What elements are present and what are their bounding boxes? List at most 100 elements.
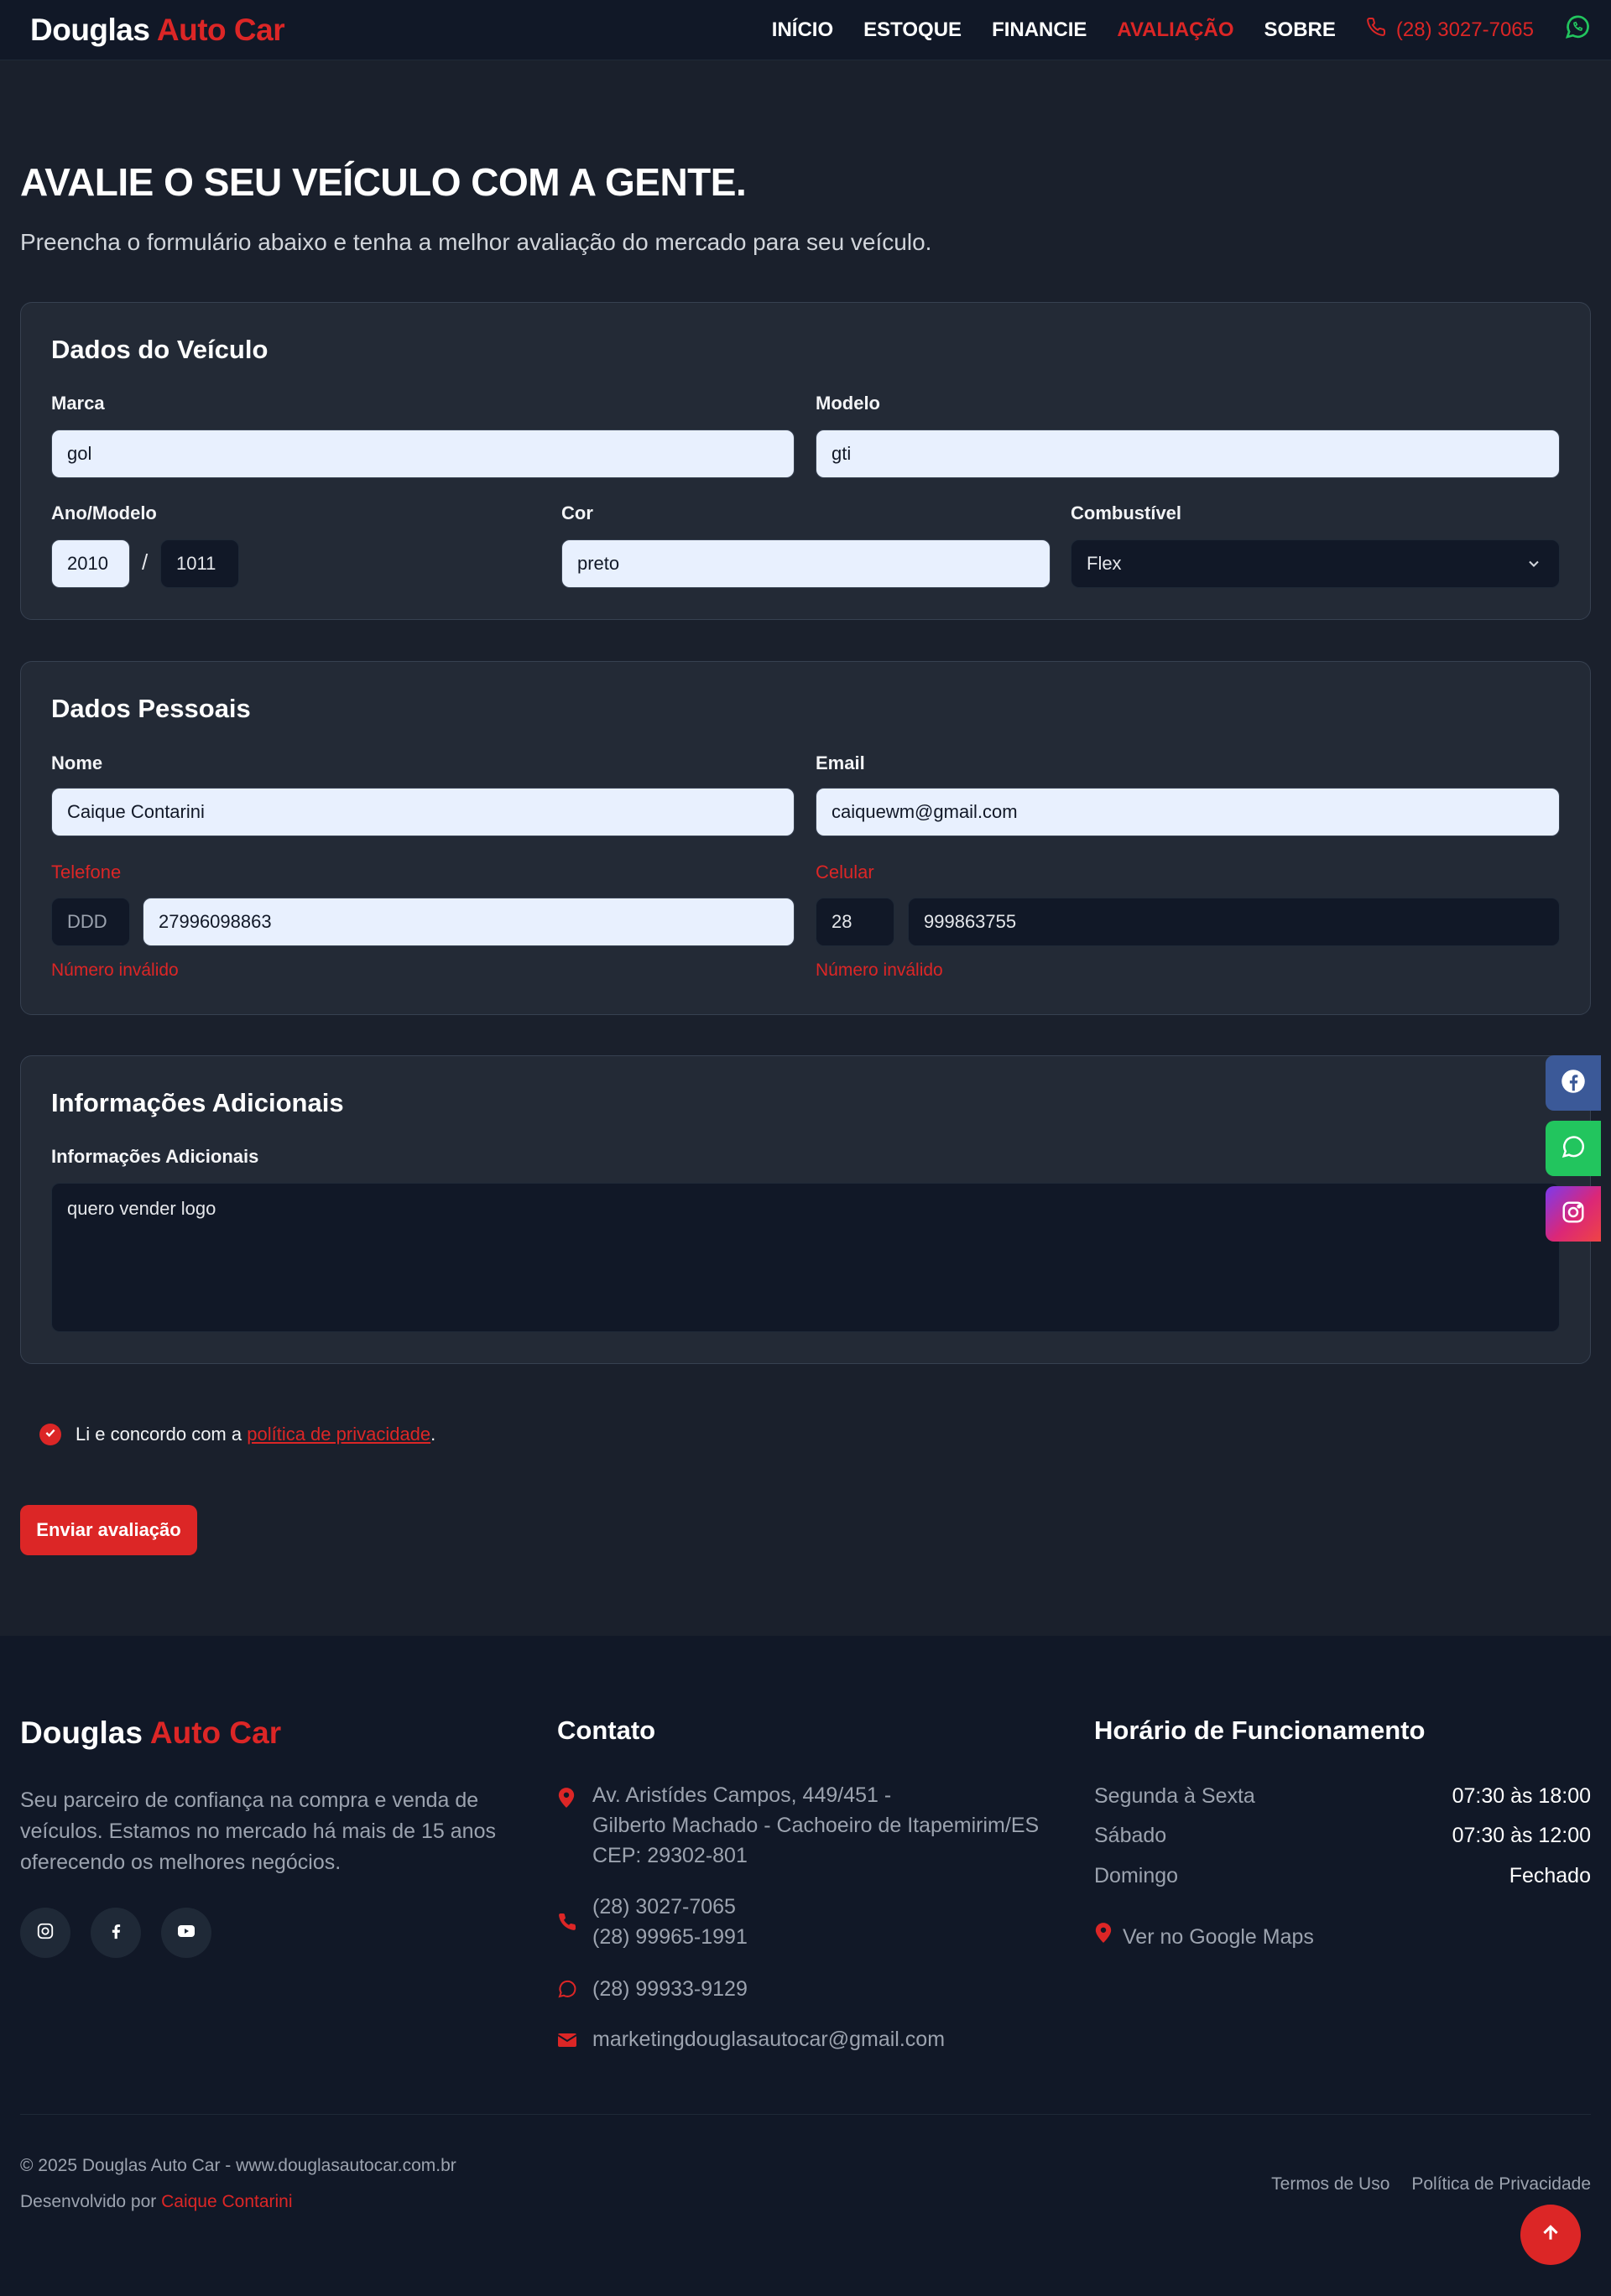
top-navbar: Douglas Auto Car INÍCIO ESTOQUE FINANCIE… <box>0 0 1611 60</box>
additional-card-title: Informações Adicionais <box>51 1088 344 1117</box>
side-whatsapp-button[interactable] <box>1546 1121 1601 1176</box>
phone-icon <box>1366 17 1386 43</box>
side-instagram-button[interactable] <box>1546 1186 1601 1242</box>
footer-brand-main: Douglas <box>20 1715 143 1750</box>
whatsapp-icon <box>557 1979 577 2003</box>
hours-time-weekdays: 07:30 às 18:00 <box>1452 1784 1591 1808</box>
google-maps-link[interactable]: Ver no Google Maps <box>1094 1922 1314 1952</box>
arrow-up-icon <box>1540 2222 1561 2248</box>
facebook-icon <box>1561 1069 1586 1098</box>
footer-divider <box>20 2114 1591 2115</box>
consent-prefix: Li e concordo com a <box>76 1424 248 1445</box>
footer-instagram-button[interactable] <box>20 1908 70 1958</box>
footer-brand-accent: Auto Car <box>149 1715 282 1750</box>
privacy-checkbox[interactable] <box>39 1424 61 1445</box>
personal-data-card: Dados Pessoais Nome Caique Contarini Ema… <box>20 661 1591 1015</box>
chevron-down-icon <box>1525 555 1542 577</box>
brand-logo[interactable]: Douglas Auto Car <box>30 12 285 48</box>
footer-email[interactable]: marketingdouglasautocar@gmail.com <box>592 2024 945 2054</box>
consent-end: . <box>430 1424 436 1445</box>
footer-developer: Desenvolvido por Caique Contarini <box>20 2192 293 2212</box>
nav-item-sobre[interactable]: SOBRE <box>1264 18 1336 42</box>
brand-main: Douglas <box>30 12 150 47</box>
instagram-icon <box>1561 1200 1586 1229</box>
footer-facebook-button[interactable] <box>91 1908 141 1958</box>
terms-link[interactable]: Termos de Uso <box>1271 2174 1389 2194</box>
footer-whatsapp[interactable]: (28) 99933-9129 <box>592 1974 748 2004</box>
nav-item-estoque[interactable]: ESTOQUE <box>863 18 962 42</box>
modelo-input[interactable]: gti <box>816 430 1560 478</box>
vehicle-data-card: Dados do Veículo Marca gol Modelo gti An… <box>20 302 1591 620</box>
phone-icon <box>557 1912 577 1936</box>
footer-contact-title: Contato <box>557 1715 656 1745</box>
hours-time-saturday: 07:30 às 12:00 <box>1452 1824 1591 1847</box>
additional-info-label: Informações Adicionais <box>51 1146 259 1167</box>
footer-phone-1[interactable]: (28) 3027-7065 <box>592 1892 748 1922</box>
celular-label: Celular <box>816 862 874 882</box>
footer-legal-links: Termos de Uso Política de Privacidade <box>1271 2174 1591 2194</box>
footer-phones: (28) 3027-7065 (28) 99965-1991 <box>592 1892 748 1952</box>
nav-phone-link[interactable]: (28) 3027-7065 <box>1366 17 1534 43</box>
whatsapp-icon <box>1561 1134 1586 1164</box>
map-pin-icon <box>557 1787 576 1813</box>
nome-label: Nome <box>51 752 103 773</box>
footer-copyright: © 2025 Douglas Auto Car - www.douglasaut… <box>20 2156 456 2175</box>
cor-label: Cor <box>561 502 593 523</box>
nav-item-avaliacao[interactable]: AVALIAÇÃO <box>1117 18 1233 42</box>
hours-day-sunday: Domingo <box>1094 1864 1179 1887</box>
nav-whatsapp-link[interactable] <box>1564 13 1591 46</box>
vehicle-card-title: Dados do Veículo <box>51 335 268 364</box>
nav-phone-number: (28) 3027-7065 <box>1395 18 1534 41</box>
telefone-ddd-input[interactable]: DDD <box>51 898 130 946</box>
email-input[interactable]: caiquewm@gmail.com <box>816 788 1560 836</box>
youtube-icon <box>176 1921 196 1945</box>
personal-card-title: Dados Pessoais <box>51 694 251 723</box>
page-title: AVALIE O SEU VEÍCULO COM A GENTE. <box>20 160 747 204</box>
hours-day-weekdays: Segunda à Sexta <box>1094 1784 1255 1808</box>
combustivel-value: Flex <box>1087 553 1122 574</box>
facebook-icon <box>107 1922 125 1945</box>
google-maps-label: Ver no Google Maps <box>1123 1925 1314 1949</box>
footer-brand: Douglas Auto Car <box>20 1715 281 1751</box>
dev-name-link[interactable]: Caique Contarini <box>161 2192 292 2211</box>
submit-evaluation-button[interactable]: Enviar avaliação <box>20 1505 197 1555</box>
footer-youtube-button[interactable] <box>161 1908 211 1958</box>
telefone-input[interactable]: 27996098863 <box>143 898 795 946</box>
nav-item-inicio[interactable]: INÍCIO <box>772 18 833 42</box>
footer-description: Seu parceiro de confiança na compra e ve… <box>20 1788 496 1874</box>
additional-info-card: Informações Adicionais Informações Adici… <box>20 1055 1591 1364</box>
footer-phone-2[interactable]: (28) 99965-1991 <box>592 1922 748 1952</box>
side-facebook-button[interactable] <box>1546 1055 1601 1111</box>
telefone-error: Número inválido <box>51 961 179 980</box>
check-icon <box>44 1426 57 1444</box>
telefone-label: Telefone <box>51 862 122 882</box>
ano-fabricacao-input[interactable]: 2010 <box>51 539 130 588</box>
nav-item-financie[interactable]: FINANCIE <box>992 18 1087 42</box>
whatsapp-icon <box>1564 13 1591 46</box>
additional-info-textarea[interactable]: quero vender logo <box>51 1183 1560 1332</box>
celular-ddd-input[interactable]: 28 <box>816 898 894 946</box>
privacy-policy-link[interactable]: política de privacidade <box>247 1424 430 1445</box>
ano-modelo-input[interactable]: 1011 <box>160 539 239 588</box>
cor-input[interactable]: preto <box>561 539 1051 588</box>
nome-input[interactable]: Caique Contarini <box>51 788 795 836</box>
back-to-top-button[interactable] <box>1520 2205 1581 2265</box>
address-line-3: CEP: 29302-801 <box>592 1844 748 1867</box>
email-icon <box>557 2032 577 2053</box>
footer-privacy-link[interactable]: Política de Privacidade <box>1411 2174 1591 2194</box>
address-line-1: Av. Aristídes Campos, 449/451 - <box>592 1783 892 1807</box>
combustivel-select[interactable]: Flex <box>1071 539 1560 588</box>
modelo-label: Modelo <box>816 393 880 414</box>
footer-address: Av. Aristídes Campos, 449/451 - Gilberto… <box>592 1780 1039 1871</box>
instagram-icon <box>36 1922 55 1945</box>
ano-separator: / <box>142 549 149 575</box>
celular-input[interactable]: 999863755 <box>908 898 1560 946</box>
hours-time-sunday: Fechado <box>1509 1864 1591 1887</box>
marca-input[interactable]: gol <box>51 430 795 478</box>
email-label: Email <box>816 752 865 773</box>
dev-prefix: Desenvolvido por <box>20 2192 162 2211</box>
nav-menu: INÍCIO ESTOQUE FINANCIE AVALIAÇÃO SOBRE … <box>772 13 1591 46</box>
footer-hours-title: Horário de Funcionamento <box>1094 1715 1426 1745</box>
celular-error: Número inválido <box>816 961 943 980</box>
hours-day-saturday: Sábado <box>1094 1824 1167 1847</box>
